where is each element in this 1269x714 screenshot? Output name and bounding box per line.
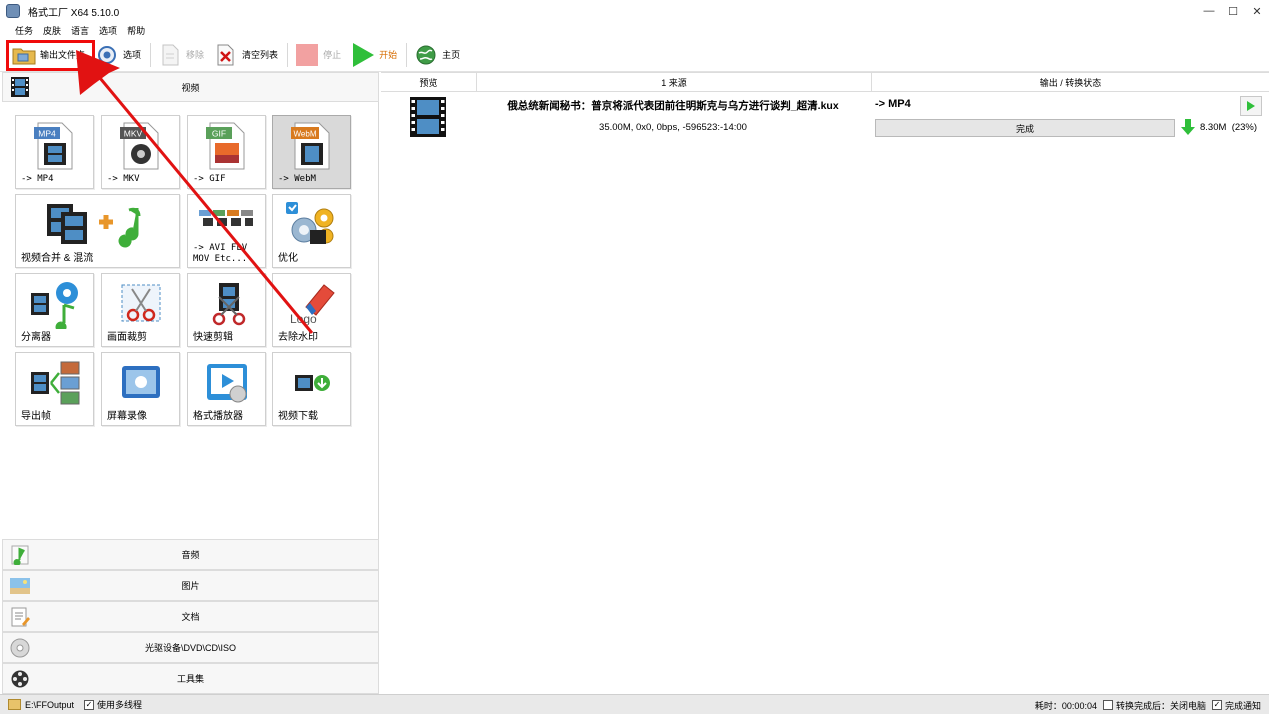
task-source-info: 35.00M, 0x0, 0bps, -596523:-14:00 <box>599 122 747 133</box>
close-button[interactable]: ✕ <box>1245 0 1269 22</box>
tile-webm[interactable]: WebM -> WebM <box>272 115 351 189</box>
tile-screen-record[interactable]: 屏幕录像 <box>101 352 180 426</box>
document-remove-icon <box>158 43 182 67</box>
menu-bar: 任务 皮肤 语言 选项 帮助 <box>0 22 1269 38</box>
menu-options[interactable]: 选项 <box>99 24 117 37</box>
toolbar-separator <box>406 42 408 67</box>
menu-task[interactable]: 任务 <box>15 24 33 37</box>
play-icon <box>1247 101 1255 111</box>
video-thumbnail-icon <box>409 96 447 138</box>
folder-icon[interactable] <box>8 699 21 710</box>
gif-file-icon: GIF <box>188 120 265 172</box>
format-strip-icon <box>188 203 265 233</box>
app-icon <box>6 4 20 18</box>
tile-video-download[interactable]: 视频下载 <box>272 352 351 426</box>
tile-remove-watermark[interactable]: Logo 去除水印 <box>272 273 351 347</box>
tile-merge[interactable]: 视频合并 & 混流 <box>15 194 180 268</box>
export-frames-icon <box>16 357 93 409</box>
multithread-label: 使用多线程 <box>97 700 143 710</box>
eraser-icon: Logo <box>273 278 350 330</box>
task-list-header: 预览 1 来源 输出 / 转换状态 <box>381 72 1269 92</box>
remove-button[interactable]: 移除 <box>154 40 208 70</box>
column-output-status[interactable]: 输出 / 转换状态 <box>872 73 1269 91</box>
mp4-badge: MP4 <box>38 129 56 139</box>
start-button[interactable]: 开始 <box>347 40 401 70</box>
task-source-name: 俄总统新闻秘书：普京将派代表团前往明斯克与乌方进行谈判_超清.kux <box>507 100 839 112</box>
tile-player[interactable]: 格式播放器 <box>187 352 266 426</box>
window-title: 格式工厂 X64 5.10.0 <box>28 7 120 19</box>
menu-language[interactable]: 语言 <box>71 24 89 37</box>
maximize-button[interactable]: ☐ <box>1221 0 1245 22</box>
menu-help[interactable]: 帮助 <box>127 24 145 37</box>
screen-record-icon <box>102 357 179 409</box>
notify-label: 完成通知 <box>1224 700 1261 711</box>
bottom-categories: 音频 图片 文档 光驱设备\DVD\CD\ISO 工具集 <box>2 539 379 694</box>
tile-export-frames[interactable]: 导出帧 <box>15 352 94 426</box>
logo-text: Logo <box>290 312 317 326</box>
mkv-badge: MKV <box>123 129 142 139</box>
output-path[interactable]: E:\FFOutput <box>25 700 74 710</box>
download-arrow-icon <box>1181 118 1197 138</box>
after-convert-checkbox[interactable] <box>1102 700 1113 710</box>
task-play-button[interactable] <box>1240 96 1262 116</box>
tile-quick-clip[interactable]: 快速剪辑 <box>187 273 266 347</box>
column-preview[interactable]: 预览 <box>381 73 477 91</box>
play-icon <box>351 42 375 67</box>
tile-gif[interactable]: GIF -> GIF <box>187 115 266 189</box>
menu-skin[interactable]: 皮肤 <box>43 24 61 37</box>
clear-list-button[interactable]: 清空列表 <box>210 40 282 70</box>
gif-badge: GIF <box>211 129 225 139</box>
status-bar: E:\FFOutput ✓ 使用多线程 耗时：00:00:04 转换完成后：关闭… <box>0 694 1269 714</box>
video-download-icon <box>273 357 350 409</box>
webm-file-icon: WebM <box>273 120 350 172</box>
stop-icon <box>295 43 319 67</box>
after-convert-label: 转换完成后：关闭电脑 <box>1115 700 1206 711</box>
tile-crop[interactable]: 画面裁剪 <box>101 273 180 347</box>
task-row[interactable]: 俄总统新闻秘书：普京将派代表团前往明斯克与乌方进行谈判_超清.kux 35.00… <box>381 92 1269 142</box>
crop-scissors-icon <box>102 278 179 330</box>
options-icon <box>95 43 119 67</box>
home-button[interactable]: 主页 <box>410 40 464 70</box>
multithread-checkbox[interactable]: ✓ <box>84 699 95 710</box>
toolbar-separator <box>287 42 289 67</box>
toolbar-separator <box>150 42 152 67</box>
mp4-file-icon: MP4 <box>16 120 93 172</box>
elapsed-time: 耗时：00:00:04 <box>1034 700 1097 711</box>
clear-list-icon <box>214 43 238 67</box>
task-list-panel: 预览 1 来源 输出 / 转换状态 俄总统新闻秘书：普京将派代表团前往明斯克与乌… <box>381 72 1269 694</box>
category-picture[interactable]: 图片 <box>2 570 379 601</box>
tile-optimize[interactable]: 优化 <box>272 194 351 268</box>
category-audio[interactable]: 音频 <box>2 539 379 570</box>
splitter-icon <box>16 278 93 330</box>
options-button[interactable]: 选项 <box>91 40 145 70</box>
globe-icon <box>414 43 438 67</box>
notify-checkbox[interactable]: ✓ <box>1211 700 1222 710</box>
task-status-bar: 完成 <box>875 119 1175 137</box>
tile-splitter[interactable]: 分离器 <box>15 273 94 347</box>
title-bar: 格式工厂 X64 5.10.0 — ☐ ✕ <box>0 0 1269 22</box>
task-output-format: -> MP4 <box>875 98 911 110</box>
player-icon <box>188 357 265 409</box>
left-panel: 视频 MP4 -> MP4 MKV -> MKV GIF -> GIF WebM… <box>2 72 379 694</box>
minimize-button[interactable]: — <box>1197 0 1221 22</box>
quick-clip-icon <box>188 278 265 330</box>
merge-icon <box>16 199 179 251</box>
tile-mkv[interactable]: MKV -> MKV <box>101 115 180 189</box>
column-source[interactable]: 1 来源 <box>477 73 872 91</box>
toolbar: 输出文件夹 选项 移除 清空列表 停止 开始 主页 <box>0 38 1269 72</box>
category-video-label: 视频 <box>181 82 200 93</box>
stop-button[interactable]: 停止 <box>291 40 345 70</box>
category-document[interactable]: 文档 <box>2 601 379 632</box>
tile-mp4[interactable]: MP4 -> MP4 <box>15 115 94 189</box>
webm-badge: WebM <box>293 130 316 139</box>
category-tools[interactable]: 工具集 <box>2 663 379 694</box>
mkv-file-icon: MKV <box>102 120 179 172</box>
tile-avi-flv-mov[interactable]: -> AVI FLV MOV Etc... <box>187 194 266 268</box>
highlight-box <box>6 40 95 71</box>
category-rom-device[interactable]: 光驱设备\DVD\CD\ISO <box>2 632 379 663</box>
category-video[interactable]: 视频 <box>2 72 379 102</box>
optimize-gears-icon <box>273 199 350 251</box>
task-output-size: 8.30M (23%) <box>1200 122 1258 133</box>
